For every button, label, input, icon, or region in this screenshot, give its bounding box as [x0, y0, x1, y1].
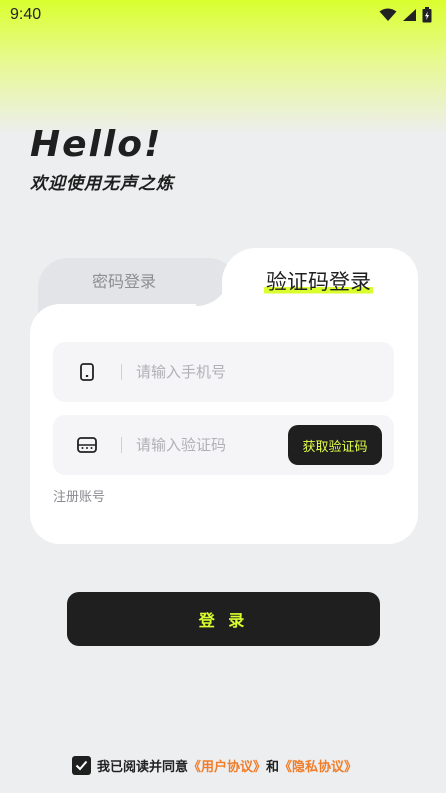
- agreement-prefix: 我已阅读并同意: [97, 760, 189, 775]
- phone-icon: [80, 363, 94, 381]
- status-icons: [379, 7, 432, 23]
- tab-password-login[interactable]: 密码登录: [38, 262, 210, 298]
- phone-field[interactable]: [53, 342, 394, 402]
- agreement-checkbox[interactable]: [72, 756, 91, 775]
- get-code-button[interactable]: 获取验证码: [288, 425, 382, 465]
- hero-title: Hello!: [30, 124, 163, 165]
- tab-code-label[interactable]: 验证码登录: [264, 266, 373, 296]
- code-field[interactable]: 获取验证码: [53, 415, 394, 475]
- status-bar: 9:40: [0, 0, 446, 30]
- register-link[interactable]: 注册账号: [53, 486, 105, 505]
- login-button[interactable]: 登 录: [67, 592, 380, 646]
- verification-code-icon: [77, 437, 97, 453]
- field-separator: [121, 364, 122, 380]
- signal-icon: [403, 9, 416, 21]
- phone-input[interactable]: [136, 352, 394, 392]
- agreement-and: 和: [266, 760, 280, 775]
- hero-subtitle: 欢迎使用无声之炼: [30, 174, 174, 194]
- check-icon: [75, 760, 88, 771]
- status-time: 9:40: [10, 6, 42, 23]
- wifi-icon: [379, 8, 397, 21]
- code-icon-wrap: [53, 437, 121, 453]
- hero: Hello! 欢迎使用无声之炼: [30, 124, 174, 194]
- battery-icon: [422, 7, 432, 23]
- user-agreement-link[interactable]: 《用户协议》: [188, 756, 266, 775]
- field-separator: [121, 437, 122, 453]
- privacy-agreement-link[interactable]: 《隐私协议》: [279, 756, 357, 775]
- phone-icon-wrap: [53, 363, 121, 381]
- agreement-row: 我已阅读并同意 《用户协议》 和 《隐私协议》: [72, 756, 357, 775]
